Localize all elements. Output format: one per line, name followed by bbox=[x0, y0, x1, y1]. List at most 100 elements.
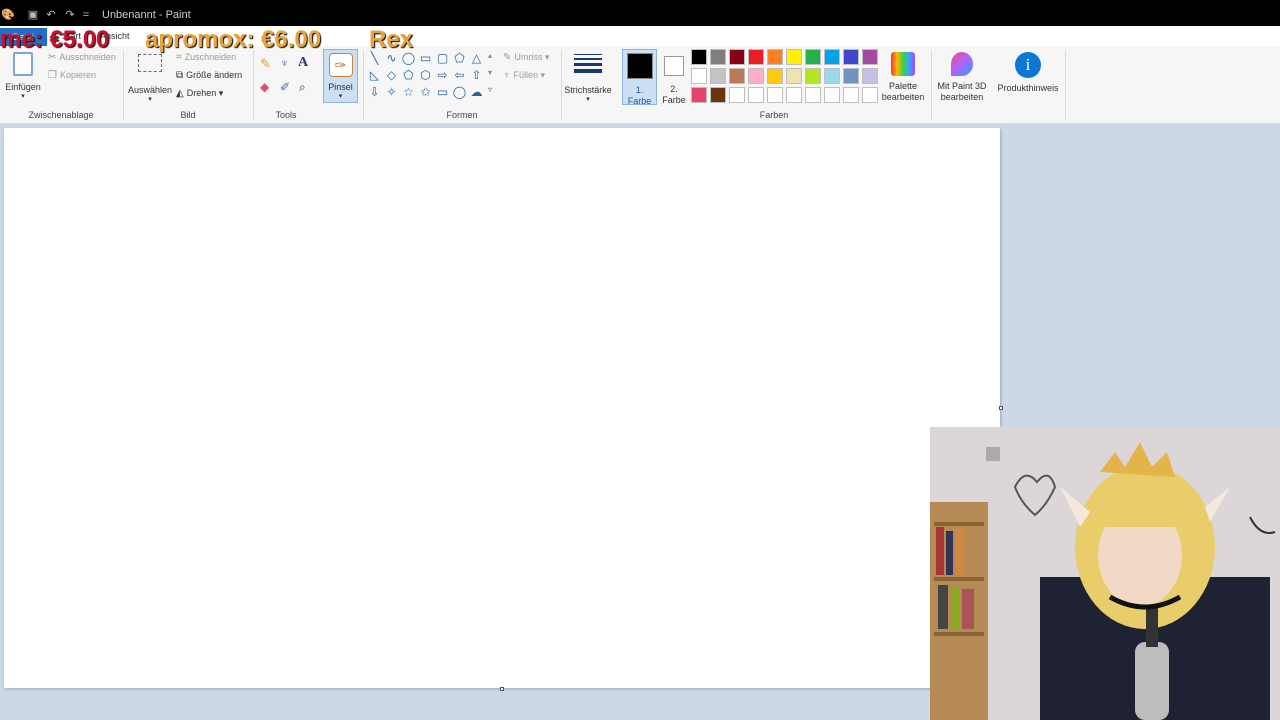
color-swatch[interactable] bbox=[862, 49, 878, 65]
undo-icon[interactable]: ↶ bbox=[45, 9, 57, 21]
color-swatch[interactable] bbox=[843, 87, 859, 103]
donation-text-3: Rex bbox=[369, 26, 414, 53]
color-swatch[interactable] bbox=[729, 87, 745, 103]
color-swatch[interactable] bbox=[691, 87, 707, 103]
magnifier-icon[interactable]: ⌕ bbox=[299, 80, 306, 95]
shape-down-arrow-icon[interactable]: ⇩ bbox=[367, 85, 382, 99]
color1-label: 1. Farbe bbox=[627, 85, 652, 106]
color-swatch[interactable] bbox=[748, 49, 764, 65]
shape-oval-callout-icon[interactable]: ◯ bbox=[452, 85, 467, 99]
select-button[interactable]: Auswählen ▾ bbox=[128, 50, 172, 103]
donation-ticker-3: Rex bbox=[369, 26, 413, 54]
webcam-overlay bbox=[930, 427, 1280, 720]
color-swatch[interactable] bbox=[862, 68, 878, 84]
brush-label: Pinsel bbox=[328, 82, 353, 92]
color-swatch[interactable] bbox=[862, 87, 878, 103]
color-swatch[interactable] bbox=[767, 87, 783, 103]
color-swatch[interactable] bbox=[729, 49, 745, 65]
color-swatch[interactable] bbox=[729, 68, 745, 84]
text-tool-icon[interactable]: A bbox=[298, 55, 308, 71]
color-swatch[interactable] bbox=[824, 49, 840, 65]
shape-rect-callout-icon[interactable]: ▭ bbox=[435, 85, 450, 99]
fill-label: Füllen bbox=[513, 70, 539, 80]
color-swatch[interactable] bbox=[710, 87, 726, 103]
chevron-down-icon: ▾ bbox=[338, 93, 343, 100]
shape-right-arrow-icon[interactable]: ⇨ bbox=[435, 68, 450, 82]
fill-icon: ♆ bbox=[503, 70, 511, 81]
color-swatch[interactable] bbox=[843, 49, 859, 65]
scroll-up-icon[interactable]: ▴ bbox=[488, 51, 492, 60]
color-swatch[interactable] bbox=[710, 49, 726, 65]
color-swatch[interactable] bbox=[767, 49, 783, 65]
chevron-down-icon: ▾ bbox=[586, 96, 590, 103]
shape-cloud-callout-icon[interactable]: ☁ bbox=[469, 85, 484, 99]
color-swatch[interactable] bbox=[824, 68, 840, 84]
customize-quick-access-icon[interactable]: = bbox=[80, 9, 92, 21]
color-swatch[interactable] bbox=[805, 87, 821, 103]
shape-rounded-rectangle-icon[interactable]: ▢ bbox=[435, 51, 450, 65]
colors-group-label: Farben bbox=[759, 110, 789, 120]
shapes-group-label: Formen bbox=[446, 110, 478, 120]
shape-triangle-icon[interactable]: △ bbox=[469, 51, 484, 65]
color-picker-icon[interactable]: ✐ bbox=[280, 80, 290, 94]
stroke-size-button[interactable]: Strichstärke ▾ bbox=[564, 50, 612, 103]
color-swatch[interactable] bbox=[786, 87, 802, 103]
color-swatch[interactable] bbox=[805, 49, 821, 65]
fill-button[interactable]: ♆ Füllen ▾ bbox=[503, 70, 545, 81]
pencil-icon[interactable]: ✎ bbox=[260, 56, 271, 72]
resize-button[interactable]: ⧉ Größe ändern bbox=[176, 70, 242, 81]
color-swatch[interactable] bbox=[824, 87, 840, 103]
color-swatch[interactable] bbox=[710, 68, 726, 84]
expand-gallery-icon[interactable]: ▿ bbox=[488, 85, 492, 94]
color-swatch[interactable] bbox=[748, 87, 764, 103]
shapes-gallery[interactable]: ╲ ∿ ◯ ▭ ▢ ⬠ △ ◺ ◇ ⬠ ⬡ ⇨ ⇦ ⇧ ⇩ ✧ ☆ ✩ ▭ ◯ ☁ bbox=[367, 51, 497, 101]
color-swatch[interactable] bbox=[691, 68, 707, 84]
outline-button[interactable]: ✎ Umriss ▾ bbox=[503, 52, 549, 63]
color-swatch[interactable] bbox=[805, 68, 821, 84]
shape-four-point-star-icon[interactable]: ✧ bbox=[384, 85, 399, 99]
color-swatch[interactable] bbox=[786, 68, 802, 84]
rotate-button[interactable]: ◭ Drehen ▾ bbox=[176, 88, 223, 99]
resize-handle-bottom[interactable] bbox=[500, 687, 504, 691]
color-swatch[interactable] bbox=[691, 49, 707, 65]
paint3d-button[interactable]: Mit Paint 3D bearbeiten bbox=[935, 50, 989, 106]
paint3d-icon bbox=[951, 52, 973, 76]
shape-polygon-icon[interactable]: ⬠ bbox=[452, 51, 467, 65]
shape-up-arrow-icon[interactable]: ⇧ bbox=[469, 68, 484, 82]
edit-palette-label: Palette bearbeiten bbox=[881, 81, 925, 102]
color-swatch[interactable] bbox=[786, 49, 802, 65]
eraser-icon[interactable]: ◆ bbox=[260, 80, 269, 94]
fill-bucket-icon[interactable]: ♆ bbox=[280, 56, 289, 70]
save-icon[interactable]: ▣ bbox=[27, 9, 39, 21]
donation-text-1: me: €5.00 bbox=[0, 26, 110, 53]
product-alert-button[interactable]: i Produkthinweis bbox=[994, 50, 1062, 106]
shape-hexagon-icon[interactable]: ⬡ bbox=[418, 68, 433, 82]
resize-handle-right[interactable] bbox=[999, 406, 1003, 410]
color-swatch[interactable] bbox=[748, 68, 764, 84]
edit-palette-button[interactable]: Palette bearbeiten bbox=[880, 50, 926, 106]
shape-rectangle-icon[interactable]: ▭ bbox=[418, 51, 433, 65]
shape-five-point-star-icon[interactable]: ☆ bbox=[401, 85, 416, 99]
paste-label: Einfügen bbox=[5, 82, 41, 92]
color-swatch[interactable] bbox=[843, 68, 859, 84]
paste-button[interactable]: Einfügen ▾ bbox=[4, 50, 42, 100]
color2-button[interactable]: 2. Farbe bbox=[660, 49, 688, 105]
shape-right-triangle-icon[interactable]: ◺ bbox=[367, 68, 382, 82]
outline-label: Umriss bbox=[514, 52, 543, 62]
shape-six-point-star-icon[interactable]: ✩ bbox=[418, 85, 433, 99]
shape-pentagon-icon[interactable]: ⬠ bbox=[401, 68, 416, 82]
shape-diamond-icon[interactable]: ◇ bbox=[384, 68, 399, 82]
redo-icon[interactable]: ↷ bbox=[64, 9, 76, 21]
copy-button[interactable]: ❐ Kopieren bbox=[48, 70, 96, 81]
brush-button[interactable]: ✑ Pinsel ▾ bbox=[323, 49, 358, 103]
scroll-down-icon[interactable]: ▾ bbox=[488, 68, 492, 77]
image-group-label: Bild bbox=[180, 110, 196, 120]
color1-swatch bbox=[626, 53, 653, 79]
drawing-canvas[interactable] bbox=[4, 128, 1000, 688]
shape-left-arrow-icon[interactable]: ⇦ bbox=[452, 68, 467, 82]
color1-button[interactable]: 1. Farbe bbox=[622, 49, 657, 106]
info-icon: i bbox=[1015, 52, 1041, 78]
color-swatch[interactable] bbox=[767, 68, 783, 84]
paint3d-label: Mit Paint 3D bearbeiten bbox=[937, 81, 987, 102]
selection-rectangle-icon bbox=[138, 54, 162, 72]
